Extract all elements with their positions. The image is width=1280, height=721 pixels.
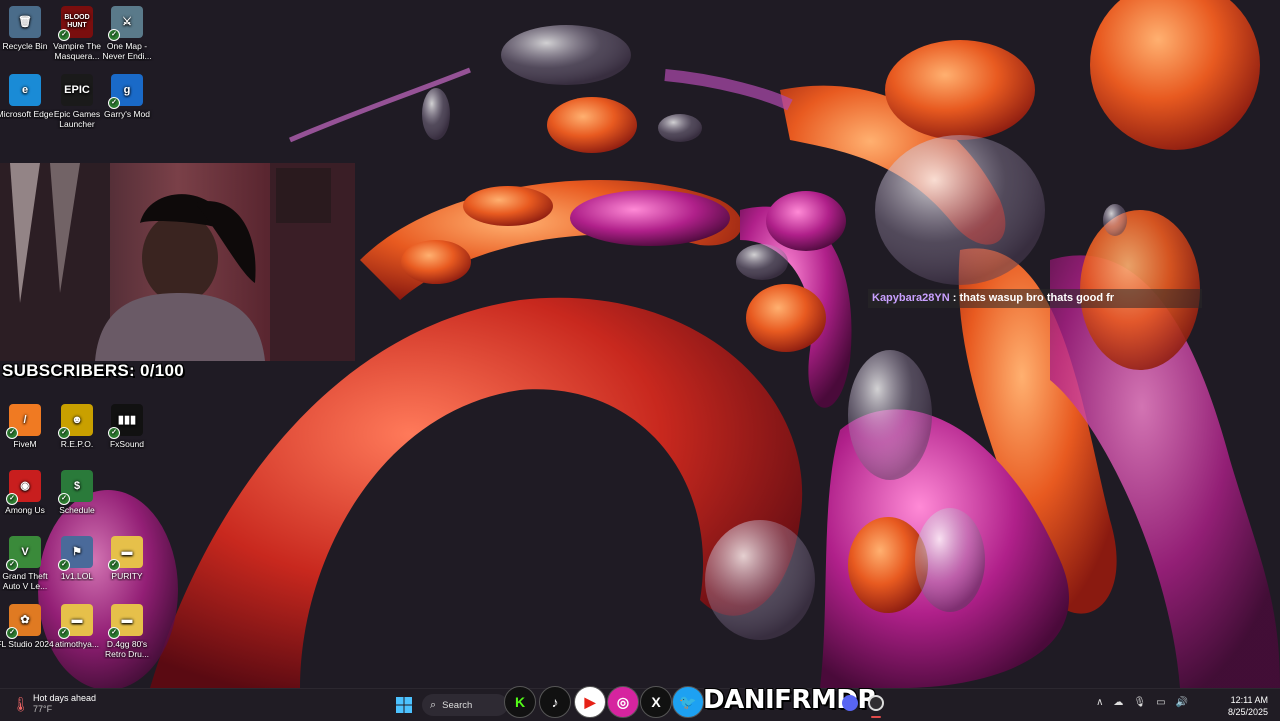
tiktok-icon[interactable]: ♪	[539, 686, 571, 718]
sync-check-icon: ✓	[6, 627, 18, 639]
fxsound-icon: ▮▮▮ ✓	[108, 404, 143, 439]
desktop-shortcut[interactable]: ⚔ ✓ One Map - Never Endi...	[96, 6, 158, 61]
network-icon[interactable]: ▭	[1156, 697, 1165, 708]
start-button[interactable]	[393, 693, 415, 717]
desktop-shortcut-label: PURITY	[111, 571, 143, 581]
system-tray: ∧ ☁ 🎙 ▭ 🔊	[1096, 697, 1188, 708]
desktop-shortcut-label: Schedule	[59, 505, 95, 515]
webcam-overlay	[0, 163, 355, 361]
sync-check-icon: ✓	[58, 29, 70, 41]
sync-check-icon: ✓	[58, 627, 70, 639]
schedule-icon: $ ✓	[58, 470, 93, 505]
repo-icon: ☻ ✓	[58, 404, 93, 439]
sync-check-icon: ✓	[58, 427, 70, 439]
instagram-icon[interactable]: ◎	[607, 686, 639, 718]
kick-icon[interactable]: K	[504, 686, 536, 718]
sync-check-icon: ✓	[108, 427, 120, 439]
chat-username: Kapybara28YN	[872, 292, 950, 304]
volume-icon[interactable]: 🔊	[1176, 697, 1188, 708]
weather-widget[interactable]: 🌡 Hot days ahead 77°F	[12, 693, 96, 715]
gta-icon: V ✓	[6, 536, 41, 571]
obs-icon[interactable]	[868, 695, 884, 711]
sync-check-icon: ✓	[108, 29, 120, 41]
one-map-icon: ⚔ ✓	[108, 6, 143, 41]
desktop-shortcut-label: Garry's Mod	[103, 109, 151, 119]
subscriber-goal-counter: SUBSCRIBERS: 0/100	[2, 361, 185, 380]
sync-check-icon: ✓	[58, 493, 70, 505]
vampire-icon: BLOOD HUNT ✓	[58, 6, 93, 41]
x-icon[interactable]: X	[640, 686, 672, 718]
sync-check-icon: ✓	[6, 559, 18, 571]
desktop-shortcut[interactable]: g ✓ Garry's Mod	[96, 74, 158, 119]
clock-time: 12:11 AM	[1230, 695, 1268, 705]
desktop-shortcut-label: FxSound	[109, 439, 145, 449]
taskbar-clock[interactable]: 12:11 AM 8/25/2025	[1228, 694, 1268, 718]
clock-date: 8/25/2025	[1227, 707, 1268, 717]
onedrive-icon[interactable]: ☁	[1113, 697, 1123, 708]
sync-check-icon: ✓	[6, 493, 18, 505]
sync-check-icon: ✓	[6, 427, 18, 439]
atimothya-folder-icon: ▬ ✓	[58, 604, 93, 639]
epic-games-icon: EPIC	[61, 74, 93, 106]
among-us-icon: ◉ ✓	[6, 470, 41, 505]
desktop-shortcut[interactable]: ▮▮▮ ✓ FxSound	[96, 404, 158, 449]
search-placeholder: Search	[442, 699, 473, 711]
taskbar-search[interactable]: ⌕ Search	[422, 694, 508, 716]
active-app-indicator	[871, 716, 881, 718]
sync-check-icon: ✓	[108, 97, 120, 109]
sync-check-icon: ✓	[108, 559, 120, 571]
search-icon: ⌕	[430, 698, 437, 711]
weather-title: Hot days ahead	[33, 693, 97, 703]
desktop-shortcut[interactable]: ▬ ✓ PURITY	[96, 536, 158, 581]
recycle-bin-icon: 🗑	[9, 6, 41, 38]
chat-text: : thats wasup bro thats good fr	[952, 292, 1115, 304]
garrys-mod-icon: g ✓	[108, 74, 143, 109]
purity-folder-icon: ▬ ✓	[108, 536, 143, 571]
edge-icon: e	[9, 74, 41, 106]
weather-temp: 77°F	[33, 704, 53, 714]
sync-check-icon: ✓	[108, 627, 120, 639]
desktop-shortcut[interactable]: $ ✓ Schedule	[46, 470, 108, 515]
discord-icon[interactable]	[842, 695, 858, 711]
desktop-shortcut-label: D.4gg 80's Retro Dru...	[105, 639, 149, 659]
fl-studio-icon: ✿ ✓	[6, 604, 41, 639]
thermometer-icon: 🌡	[12, 696, 30, 712]
fivem-icon: / ✓	[6, 404, 41, 439]
chevron-up-icon[interactable]: ∧	[1096, 697, 1103, 708]
desktop-shortcut-label: One Map - Never Endi...	[102, 41, 152, 61]
d4gg-folder-icon: ▬ ✓	[108, 604, 143, 639]
windows-logo-icon	[396, 697, 412, 713]
microphone-icon[interactable]: 🎙	[1133, 697, 1146, 708]
youtube-icon[interactable]: ▶	[574, 686, 606, 718]
1v1lol-icon: ⚑ ✓	[58, 536, 93, 571]
sync-check-icon: ✓	[58, 559, 70, 571]
chat-message: Kapybara28YN : thats wasup bro thats goo…	[868, 289, 1202, 308]
desktop-shortcut[interactable]: ▬ ✓ D.4gg 80's Retro Dru...	[96, 604, 158, 659]
twitter-icon[interactable]: 🐦	[672, 686, 704, 718]
